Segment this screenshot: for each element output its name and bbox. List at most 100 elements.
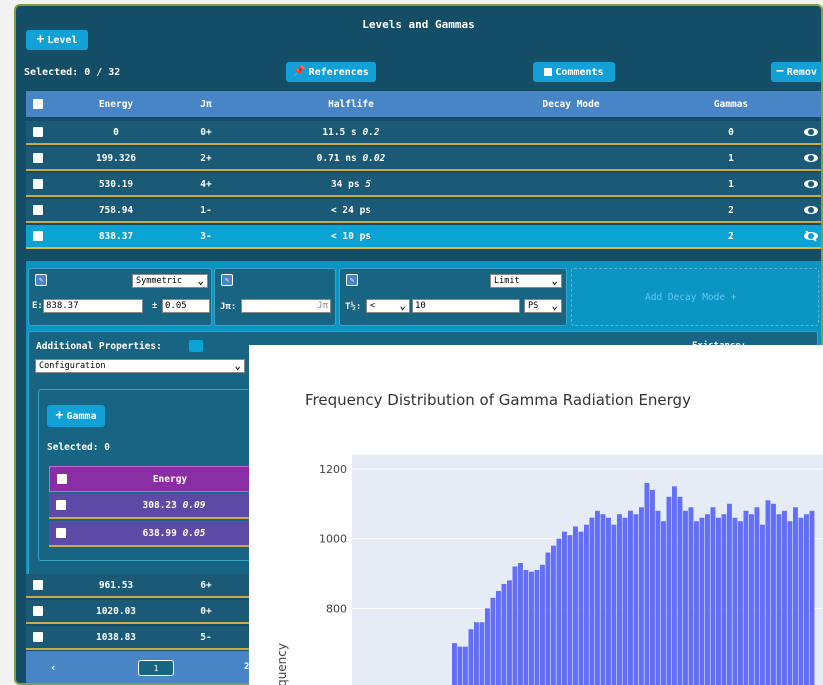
histogram-bar[interactable] xyxy=(650,489,655,685)
histogram-bar[interactable] xyxy=(771,503,776,685)
col-decay-mode[interactable]: Decay Mode xyxy=(526,99,616,110)
row-checkbox[interactable] xyxy=(33,606,43,616)
edit-icon[interactable]: ✎ xyxy=(221,274,233,286)
histogram-bar[interactable] xyxy=(743,510,749,685)
halflife-unit-select[interactable]: PS xyxy=(524,299,562,313)
histogram-bar[interactable] xyxy=(523,570,529,685)
histogram-bar[interactable] xyxy=(589,517,595,685)
row-checkbox[interactable] xyxy=(33,231,43,241)
add-decay-mode-area[interactable]: Add Decay Mode + xyxy=(571,268,819,326)
row-checkbox[interactable] xyxy=(33,632,43,642)
histogram-bar[interactable] xyxy=(474,622,479,685)
histogram-bar[interactable] xyxy=(595,510,600,685)
halflife-operator-select[interactable]: < xyxy=(366,299,410,313)
histogram-bar[interactable] xyxy=(694,521,699,685)
histogram-bar[interactable] xyxy=(639,507,644,685)
histogram-bar[interactable] xyxy=(578,531,584,685)
jpi-field[interactable]: Jπ xyxy=(241,299,331,313)
histogram-bar[interactable] xyxy=(699,517,705,685)
histogram-bar[interactable] xyxy=(787,521,793,685)
histogram-bar[interactable] xyxy=(705,514,710,685)
histogram-bar[interactable] xyxy=(765,500,771,685)
gamma-row[interactable]: 308.23 0.09 xyxy=(49,493,260,519)
histogram-bar[interactable] xyxy=(661,521,666,685)
edit-icon[interactable]: ✎ xyxy=(346,274,358,286)
histogram-bar[interactable] xyxy=(782,510,787,685)
histogram-bar[interactable] xyxy=(534,570,540,685)
eye-slash-icon[interactable] xyxy=(804,232,818,240)
histogram-bar[interactable] xyxy=(540,564,545,685)
table-row[interactable]: 199.326 2+ 0.71 ns 0.02 1 xyxy=(26,147,821,171)
row-checkbox[interactable] xyxy=(33,179,43,189)
select-all-checkbox[interactable] xyxy=(33,99,43,109)
col-gammas[interactable]: Gammas xyxy=(701,99,761,110)
add-decay-mode-label[interactable]: Add Decay Mode + xyxy=(645,292,737,303)
histogram-bar[interactable] xyxy=(551,545,556,685)
references-button[interactable]: 📌 References xyxy=(286,62,376,82)
histogram-bar[interactable] xyxy=(672,486,677,685)
histogram-bar[interactable] xyxy=(622,517,628,685)
row-checkbox[interactable] xyxy=(56,528,66,538)
col-energy[interactable]: Energy xyxy=(81,99,151,110)
histogram-bar[interactable] xyxy=(666,496,672,685)
histogram-bar[interactable] xyxy=(512,566,518,685)
histogram-bar[interactable] xyxy=(677,496,683,685)
limit-mode-select[interactable]: Limit xyxy=(490,274,562,288)
histogram-bar[interactable] xyxy=(562,531,567,685)
page-1-button[interactable]: 1 xyxy=(138,660,174,676)
edit-icon[interactable]: ✎ xyxy=(35,274,47,286)
eye-slash-icon[interactable] xyxy=(189,340,203,352)
histogram-bar[interactable] xyxy=(611,524,617,685)
histogram-bar[interactable] xyxy=(606,517,611,685)
row-checkbox[interactable] xyxy=(33,205,43,215)
histogram-bar[interactable] xyxy=(479,622,485,685)
energy-field[interactable]: 838.37 xyxy=(43,299,143,313)
histogram-bar[interactable] xyxy=(732,517,738,685)
col-gamma-energy[interactable]: Energy xyxy=(140,474,200,485)
histogram-bar[interactable] xyxy=(804,514,809,685)
histogram-bar[interactable] xyxy=(633,514,639,685)
histogram-bar[interactable] xyxy=(688,507,694,685)
table-row-selected[interactable]: 838.37 3- < 10 ps 2 xyxy=(26,225,821,249)
comments-button[interactable]: Comments xyxy=(533,62,615,82)
histogram-bar[interactable] xyxy=(628,510,633,685)
histogram-bar[interactable] xyxy=(452,643,457,685)
histogram-bar[interactable] xyxy=(683,510,688,685)
histogram-bar[interactable] xyxy=(529,571,534,685)
col-jpi[interactable]: Jπ xyxy=(191,99,221,110)
histogram-bar[interactable] xyxy=(501,583,507,685)
add-level-button[interactable]: + Level xyxy=(26,30,88,50)
row-checkbox[interactable] xyxy=(33,153,43,163)
eye-icon[interactable] xyxy=(804,128,818,136)
col-halflife[interactable]: Halflife xyxy=(306,99,396,110)
configuration-select[interactable]: Configuration xyxy=(35,359,245,373)
halflife-field[interactable]: 10 xyxy=(412,299,520,313)
eye-icon[interactable] xyxy=(804,154,818,162)
row-checkbox[interactable] xyxy=(33,580,43,590)
histogram-bar[interactable] xyxy=(793,507,798,685)
histogram-bar[interactable] xyxy=(721,514,727,685)
eye-icon[interactable] xyxy=(804,180,818,188)
energy-mode-select[interactable]: Symmetric xyxy=(132,274,208,288)
histogram-bar[interactable] xyxy=(760,524,765,685)
histogram-bar[interactable] xyxy=(468,629,474,685)
histogram-bar[interactable] xyxy=(518,563,523,685)
histogram-bar[interactable] xyxy=(496,590,501,685)
table-row[interactable]: 0 0+ 11.5 s 0.2 0 xyxy=(26,121,821,145)
histogram-bar[interactable] xyxy=(584,524,589,685)
histogram-bar[interactable] xyxy=(490,597,496,685)
add-gamma-button[interactable]: + Gamma xyxy=(47,405,105,427)
histogram-bar[interactable] xyxy=(644,482,650,685)
histogram-bar[interactable] xyxy=(556,538,562,685)
histogram-bar[interactable] xyxy=(655,510,661,685)
histogram-bar[interactable] xyxy=(463,646,468,685)
histogram-bar[interactable] xyxy=(600,514,606,685)
histogram-bar[interactable] xyxy=(754,507,760,685)
table-row[interactable]: 758.94 1- < 24 ps 2 xyxy=(26,199,821,223)
histogram-bar[interactable] xyxy=(457,646,463,685)
histogram-bar[interactable] xyxy=(798,517,804,685)
row-checkbox[interactable] xyxy=(33,127,43,137)
histogram-bar[interactable] xyxy=(727,503,732,685)
histogram-bar[interactable] xyxy=(507,580,512,685)
remove-button[interactable]: − Remov xyxy=(771,62,821,82)
